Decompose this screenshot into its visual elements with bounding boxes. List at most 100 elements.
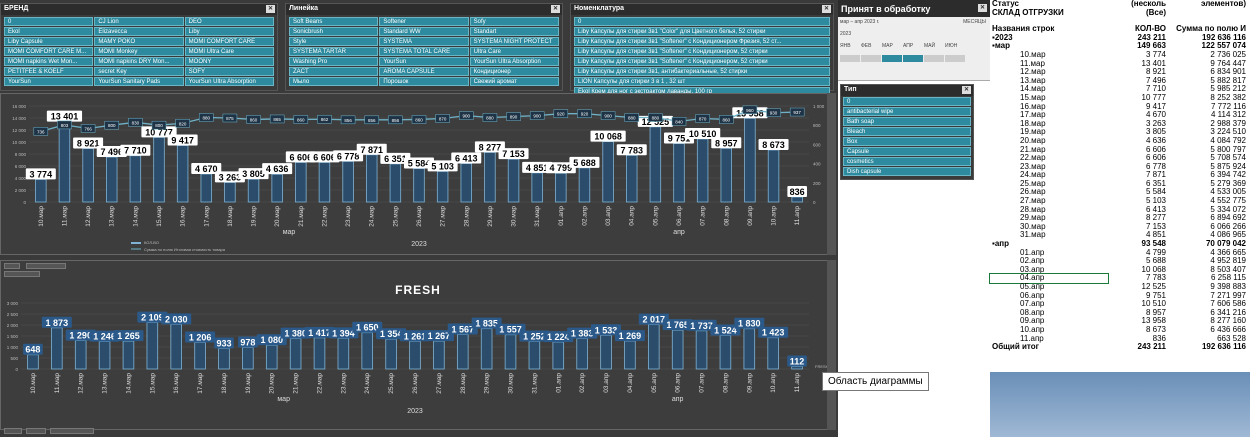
pivot-row[interactable]: 10. 648 527 438: [838, 399, 990, 407]
warehouse-filter-row[interactable]: СКЛАД ОТГРУЗКИ (Все): [990, 8, 1250, 18]
type-slicer-item[interactable]: Bleach: [843, 127, 971, 136]
slicer-item[interactable]: YourSun: [379, 57, 469, 66]
slicer-item[interactable]: Liby Капсулы для стирки 3в1 "Softener" с…: [574, 47, 830, 56]
pivot-row[interactable]: ▪мар 30 532 26 096 687: [838, 222, 990, 230]
pivot-row[interactable]: 29. 1 835 1 595 191: [838, 246, 990, 254]
quantity-chart-area[interactable]: 0 2 000 4 000 6 000 8 000 10 000 12 000 14 000 1…: [0, 93, 836, 255]
type-slicer-item[interactable]: Dish capsule: [843, 167, 971, 176]
slicer-item[interactable]: Standard WW: [379, 27, 469, 36]
timeline-month-bar[interactable]: [924, 55, 944, 62]
slicer-item[interactable]: Elizavecca: [94, 27, 184, 36]
pivot-row[interactable]: 27. 1 267 1 147 461: [838, 262, 990, 270]
slicer-item[interactable]: Ekol: [4, 27, 94, 36]
pivot-row[interactable]: 18. 933 816 081: [838, 335, 990, 343]
pivot-row[interactable]: 22. 1 417 1 210 251: [838, 303, 990, 311]
type-slicer-item[interactable]: antibacterial wipe: [843, 107, 971, 116]
pivot-row[interactable]: Назван Сумма по Сумма по полю: [838, 206, 990, 214]
slicer-item[interactable]: MOMI Monkey: [94, 47, 184, 56]
slicer-item[interactable]: YourSun Sanitary Pads: [94, 77, 184, 86]
timeline-unit[interactable]: МЕСЯЦЫ: [963, 19, 986, 25]
type-slicer-item[interactable]: Capsule: [843, 147, 971, 156]
slicer-item[interactable]: MOMI Ultra Care: [184, 47, 274, 56]
slicer-item[interactable]: Sonicbrush: [289, 27, 379, 36]
pivot-row[interactable]: 16. 2 030 1 717 931: [838, 351, 990, 359]
pivot-row[interactable]: 19. 978 850 730: [838, 327, 990, 335]
slicer-item[interactable]: Soft Beans: [289, 17, 379, 26]
pivot-row[interactable]: 23. 1 394 1 249 944: [838, 295, 990, 303]
timeline-month-bar[interactable]: [840, 55, 860, 62]
pivot-row[interactable]: ▪ 2023 46 349 40 457 566: [838, 214, 990, 222]
timeline-month-bar[interactable]: [903, 55, 923, 62]
slicer-item[interactable]: MOMI napkins DRY Mon...: [94, 57, 184, 66]
slicer-item[interactable]: Standart: [469, 27, 559, 36]
chart-filter-button[interactable]: [4, 271, 40, 277]
timeline-month-bar[interactable]: [882, 55, 902, 62]
timeline-month-bar[interactable]: [861, 55, 881, 62]
slicer-item[interactable]: SYSTEMA TARTAR: [289, 47, 379, 56]
slicer-item[interactable]: MOMI napkins Wet Mon...: [4, 57, 94, 66]
fresh-chart-area[interactable]: FRESH 0 500 1 000 1 500 2 000 2 500 3 000 648 10…: [0, 260, 836, 430]
pivot-row[interactable]: 24. 1 650 1 383 847: [838, 286, 990, 294]
pivot-row[interactable]: 11. 1 873 1 444 236: [838, 391, 990, 399]
slicer-item[interactable]: MOONY: [184, 57, 274, 66]
slicer-item[interactable]: MOMI COMFORT CARE: [184, 37, 274, 46]
type-slicer-item[interactable]: Bath soap: [843, 117, 971, 126]
type-slicer-item[interactable]: Box: [843, 137, 971, 146]
slicer-item[interactable]: Sofy: [469, 17, 559, 26]
slicer-item[interactable]: YourSun Ultra Absorption: [469, 57, 559, 66]
pivot-row[interactable]: 20. 1 080 971 776: [838, 319, 990, 327]
slicer-item[interactable]: secret Key: [94, 67, 184, 76]
pivot-row[interactable]: 17. 1 206 1 015 448: [838, 343, 990, 351]
slicer-item[interactable]: 0: [4, 17, 94, 26]
slicer-item[interactable]: Softener: [379, 17, 469, 26]
timeline-month-bar[interactable]: [945, 55, 965, 62]
chart-filter-button[interactable]: [4, 263, 20, 269]
clear-filter-icon[interactable]: ✕: [551, 5, 560, 13]
warehouse-filter-value[interactable]: (Все): [1108, 8, 1168, 18]
slicer-item[interactable]: SYSTEMA NIGHT PROTECT: [469, 37, 559, 46]
clear-filter-icon[interactable]: ✕: [962, 86, 971, 94]
pivot-row[interactable]: 31. 1 252 1 201 241: [838, 230, 990, 238]
pivot-row[interactable]: 30. 1 557 1 390 217: [838, 238, 990, 246]
slicer-item[interactable]: MAMY POKO: [94, 37, 184, 46]
chart-filter-button[interactable]: [26, 263, 66, 269]
slicer-item[interactable]: SYSTEMA TOTAL CARE: [379, 47, 469, 56]
slicer-item[interactable]: CJ Lion: [94, 17, 184, 26]
slicer-item[interactable]: Liby Капсулы для стирки 3в1, антибактери…: [574, 67, 830, 76]
slicer-item[interactable]: Liby Капсулы для стирки 3в1 "Softener" с…: [574, 37, 830, 46]
slicer-item[interactable]: YourSun: [4, 77, 94, 86]
slicer-item[interactable]: Liby Capsule: [4, 37, 94, 46]
clear-filter-icon[interactable]: ✕: [822, 5, 831, 13]
clear-filter-icon[interactable]: ✕: [978, 4, 987, 12]
pivot-row[interactable]: 21. 1 380 1 198 926: [838, 311, 990, 319]
clear-filter-icon[interactable]: ✕: [266, 5, 275, 13]
slicer-item[interactable]: ZACT: [289, 67, 379, 76]
date-timeline[interactable]: мар – апр 2023 г. МЕСЯЦЫ 2023 ЯНВ ФЕВ МАР А…: [838, 17, 990, 81]
pivot-row[interactable]: 25. 1 354 1 189 742: [838, 278, 990, 286]
pivot-row[interactable]: Общий итог 243 211 192 636 116: [990, 343, 1250, 352]
chart-filter-button[interactable]: [50, 428, 94, 434]
type-slicer-item[interactable]: 0: [843, 97, 971, 106]
slicer-item[interactable]: AROMA CAPSULE: [379, 67, 469, 76]
slicer-item[interactable]: PETITFEE & KOELF: [4, 67, 94, 76]
slicer-item[interactable]: Liby: [184, 27, 274, 36]
vertical-scrollbar[interactable]: [827, 260, 836, 430]
slicer-item[interactable]: Ultra Care: [469, 47, 559, 56]
pivot-row[interactable]: 28. 1 567 1 351 693: [838, 254, 990, 262]
slicer-item[interactable]: Мыло: [289, 77, 379, 86]
type-slicer-item[interactable]: cosmetics: [843, 157, 971, 166]
slicer-item[interactable]: YourSun Ultra Absorption: [184, 77, 274, 86]
slicer-item[interactable]: SOFY: [184, 67, 274, 76]
pivot-row[interactable]: 15. 2 109 1 774 854: [838, 359, 990, 367]
slicer-item[interactable]: Liby Капсулы для стирки 3в1 "Color" для …: [574, 27, 830, 36]
slicer-item[interactable]: Порошок: [379, 77, 469, 86]
slicer-item[interactable]: Liby Капсулы для стирки 3в1 "Softener" с…: [574, 57, 830, 66]
slicer-item[interactable]: LION Капсулы для стирки 3 в 1 , 32 шт: [574, 77, 830, 86]
slicer-item[interactable]: DEO: [184, 17, 274, 26]
slicer-item[interactable]: Style: [289, 37, 379, 46]
slicer-item[interactable]: Washing Pro: [289, 57, 379, 66]
slicer-item[interactable]: SYSTEMA: [379, 37, 469, 46]
slicer-item[interactable]: Кондиционер: [469, 67, 559, 76]
chart-filter-button[interactable]: [26, 428, 46, 434]
chart-filter-button[interactable]: [4, 428, 22, 434]
